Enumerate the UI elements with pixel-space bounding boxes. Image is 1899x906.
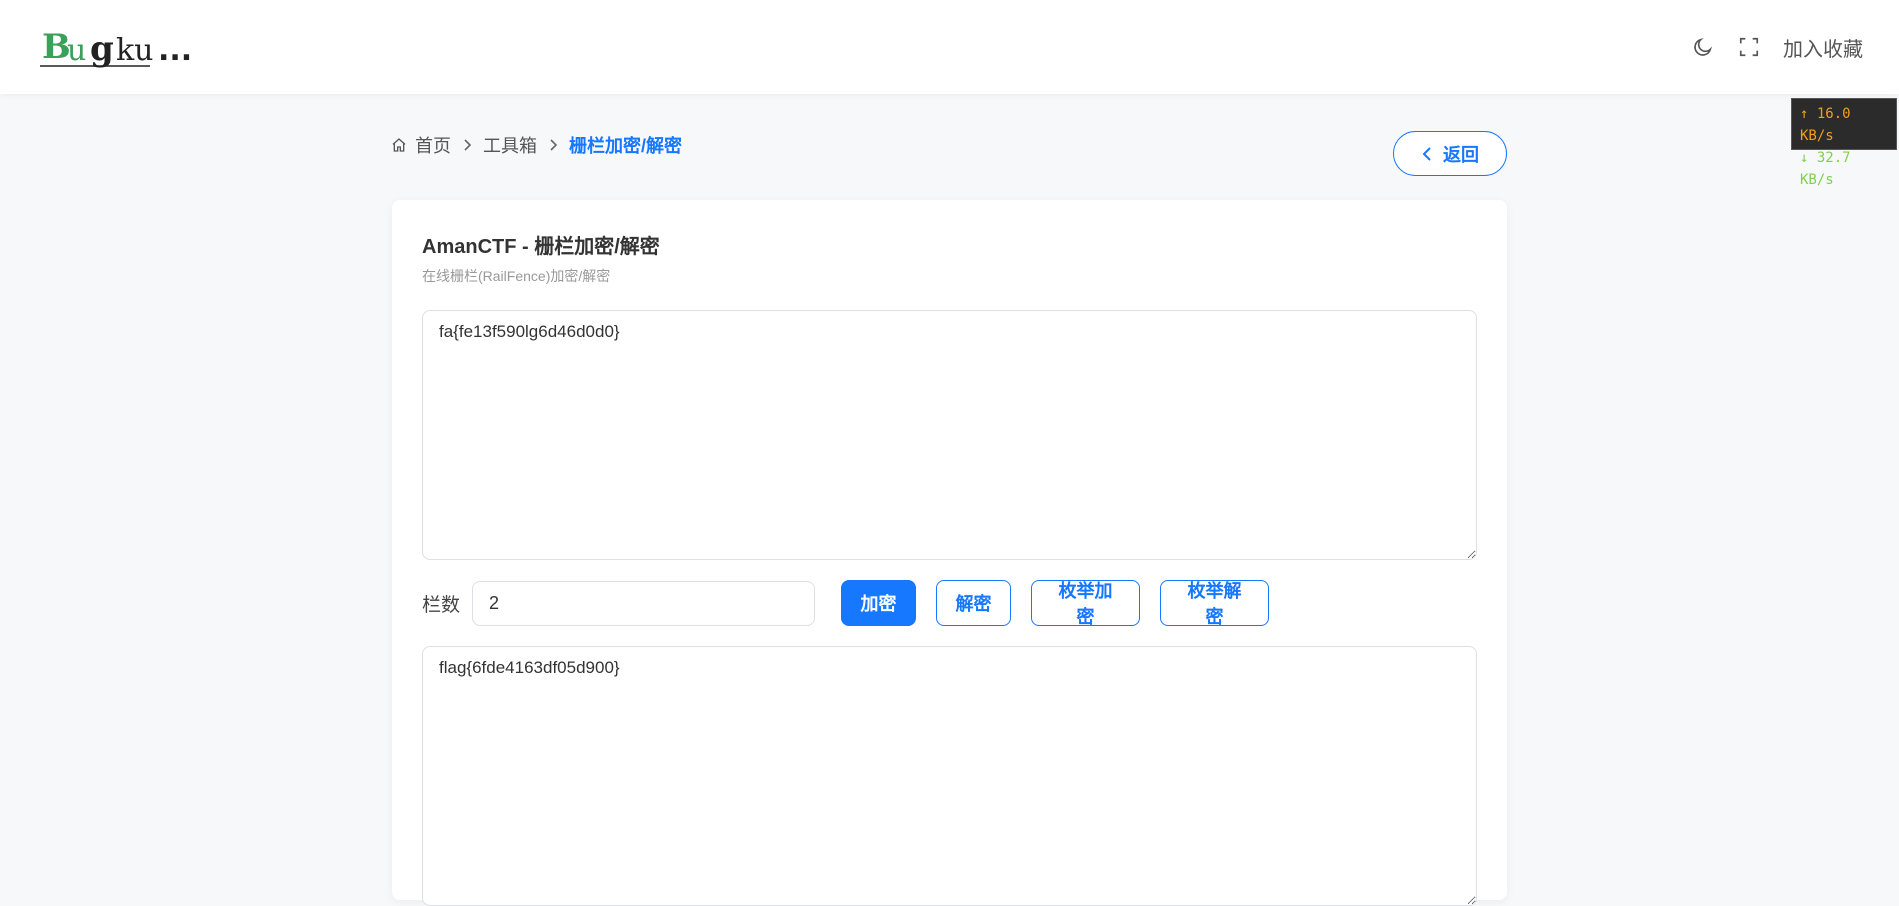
upload-speed: ↑ 16.0 KB/s: [1800, 106, 1851, 144]
encrypt-button[interactable]: 加密: [841, 580, 917, 626]
enum-decrypt-button[interactable]: 枚举解密: [1160, 580, 1270, 627]
home-icon: [392, 138, 406, 152]
download-speed: ↓ 32.7 KB/s: [1800, 150, 1851, 188]
logo-graphic: B u g ku ...: [40, 27, 192, 69]
svg-text:u: u: [67, 33, 86, 68]
rail-count-label: 栏数: [422, 594, 461, 616]
moon-icon[interactable]: [1691, 35, 1715, 59]
back-button[interactable]: 返回: [1393, 131, 1507, 176]
breadcrumb: 首页 工具箱 栅栏加密/解密: [391, 132, 682, 158]
top-actions: 加入收藏: [1691, 30, 1863, 64]
top-bar: B u g ku ... 加入收藏: [0, 0, 1899, 94]
rail-count-input[interactable]: [472, 580, 816, 626]
back-button-label: 返回: [1443, 144, 1479, 165]
card-title: AmanCTF - 栅栏加密/解密: [422, 236, 660, 258]
result-output[interactable]: flag{6fde4163df05d900}: [422, 646, 1477, 906]
breadcrumb-toolbox[interactable]: 工具箱: [483, 132, 537, 158]
fullscreen-icon[interactable]: [1737, 35, 1761, 59]
breadcrumb-home[interactable]: 首页: [391, 132, 451, 158]
tool-card: AmanCTF - 栅栏加密/解密 在线栅栏(RailFence)加密/解密 f…: [392, 200, 1507, 906]
chevron-left-icon: [1422, 146, 1431, 161]
chevron-right-icon: [461, 138, 473, 152]
chevron-right-icon: [547, 138, 559, 152]
bugku-logo[interactable]: B u g ku ...: [40, 24, 200, 70]
enum-encrypt-button[interactable]: 枚举加密: [1031, 580, 1141, 627]
controls-row: 栏数 加密 解密 枚举加密 枚举解密: [422, 580, 1289, 627]
card-subtitle: 在线栅栏(RailFence)加密/解密: [422, 268, 611, 284]
add-favorite-link[interactable]: 加入收藏: [1783, 33, 1863, 62]
svg-text:g: g: [90, 29, 114, 69]
svg-text:...: ...: [158, 33, 192, 68]
breadcrumb-current: 栅栏加密/解密: [569, 136, 683, 156]
decrypt-button[interactable]: 解密: [936, 580, 1012, 626]
breadcrumb-home-label: 首页: [415, 136, 451, 156]
plaintext-input[interactable]: fa{fe13f590lg6d46d0d0}: [422, 310, 1477, 560]
svg-text:ku: ku: [116, 33, 154, 68]
network-speed-widget: ↑ 16.0 KB/s ↓ 32.7 KB/s: [1791, 98, 1897, 188]
